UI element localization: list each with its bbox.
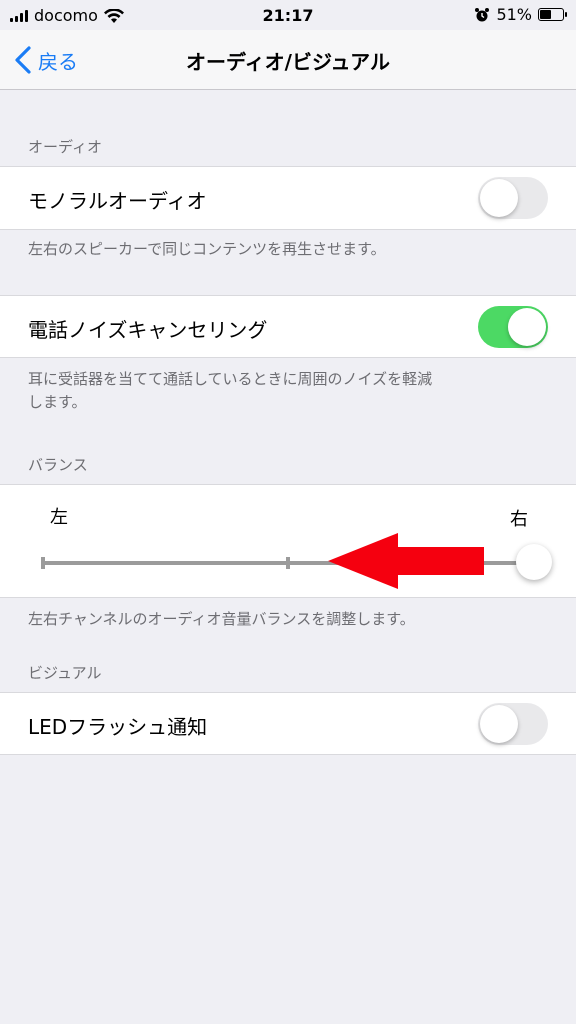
slider-tick-center [286, 557, 290, 569]
mono-audio-toggle[interactable] [478, 177, 548, 219]
battery-icon [538, 8, 567, 21]
noise-cancel-cell: 電話ノイズキャンセリング [0, 295, 576, 358]
noise-cancel-footer: 耳に受話器を当てて通話しているときに周囲のノイズを軽減 します。 [28, 368, 508, 414]
noise-cancel-footer-line-1: 耳に受話器を当てて通話しているときに周囲のノイズを軽減 [28, 370, 433, 388]
noise-cancel-footer-line-2: します。 [28, 393, 87, 411]
status-bar: docomo 21:17 51% [0, 0, 576, 30]
balance-slider-thumb[interactable] [516, 544, 552, 580]
balance-left-label: 左 [50, 507, 68, 528]
led-flash-label: LEDフラッシュ通知 [28, 715, 208, 739]
red-arrow-annotation-icon [328, 533, 484, 589]
section-header-visual: ビジュアル [28, 664, 102, 682]
noise-cancel-label: 電話ノイズキャンセリング [28, 318, 268, 342]
toggle-knob [508, 308, 546, 346]
noise-cancel-toggle[interactable] [478, 306, 548, 348]
mono-audio-label: モノラルオーディオ [28, 189, 207, 213]
mono-audio-footer: 左右のスピーカーで同じコンテンツを再生させます。 [28, 240, 386, 258]
toggle-knob [480, 705, 518, 743]
led-flash-toggle[interactable] [478, 703, 548, 745]
battery-percent: 51% [496, 5, 532, 24]
toggle-knob [480, 179, 518, 217]
section-header-audio: オーディオ [28, 138, 102, 156]
page-title: オーディオ/ビジュアル [186, 50, 390, 74]
balance-footer: 左右チャンネルのオーディオ音量バランスを調整します。 [28, 610, 415, 628]
balance-right-label: 右 [510, 509, 528, 530]
alarm-clock-icon [475, 7, 490, 21]
status-right: 51% [474, 5, 567, 24]
navigation-bar: 戻る オーディオ/ビジュアル [0, 30, 576, 90]
balance-cell: 左 右 [0, 484, 576, 598]
mono-audio-cell: モノラルオーディオ [0, 166, 576, 230]
battery-fill [540, 10, 552, 19]
led-flash-cell: LEDフラッシュ通知 [0, 692, 576, 755]
section-header-balance: バランス [28, 456, 88, 474]
slider-tick-left [41, 557, 45, 569]
